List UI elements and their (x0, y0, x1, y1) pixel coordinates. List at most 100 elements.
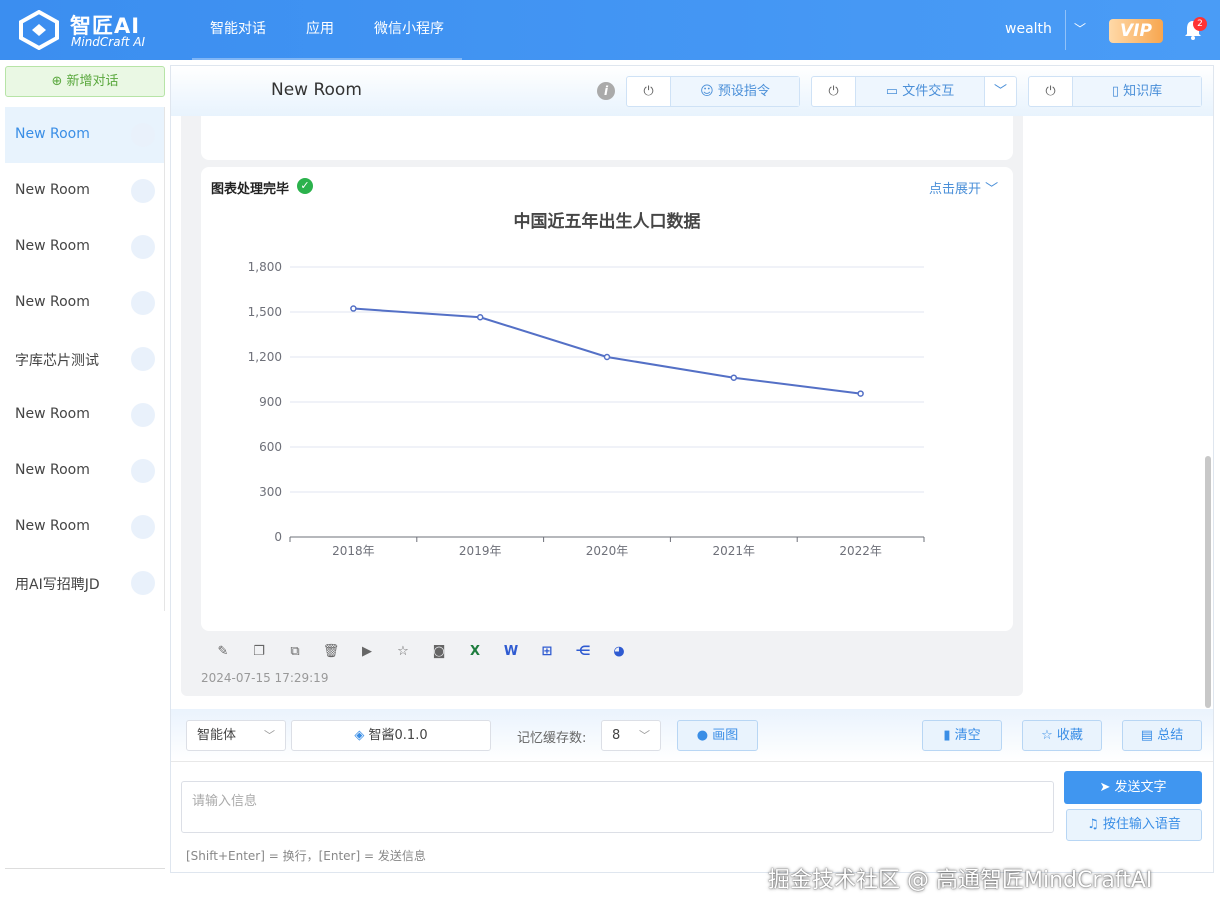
nav-chat[interactable]: 智能对话 (190, 0, 286, 60)
power-icon[interactable]: ⏻ (812, 77, 856, 106)
memory-select[interactable]: 8 ﹀ (601, 720, 661, 751)
plus-circle-icon: ⊕ (51, 74, 67, 89)
session-item[interactable]: New Room (5, 499, 165, 555)
notification-count: 2 (1193, 17, 1207, 31)
summary-label: 总结 (1157, 728, 1184, 743)
chevron-down-icon: ﹀ (639, 729, 650, 742)
clear-label: 清空 (954, 728, 981, 743)
file-group: ⏻ ▭ 文件交互 ﹀ (811, 76, 1017, 107)
series-line (353, 307, 861, 395)
y-tick-label: 1,200 (248, 350, 282, 364)
session-label: New Room (15, 182, 90, 198)
data-point (476, 314, 484, 321)
session-item[interactable]: New Room (5, 219, 165, 275)
session-menu-icon[interactable] (131, 515, 155, 539)
vip-badge[interactable]: VIP (1109, 19, 1163, 43)
session-menu-icon[interactable] (131, 403, 155, 427)
model-select[interactable]: ◈ 智酱0.1.0 (291, 720, 491, 751)
session-menu-icon[interactable] (131, 235, 155, 259)
voice-button[interactable]: ♫ 按住输入语音 (1066, 809, 1202, 841)
message-toolbar: ✎ ❐ ⧉ 🗑 ▶ ☆ ◙ X W ⊞ ⋲ ◕ (205, 644, 637, 664)
power-icon[interactable]: ⏻ (1029, 77, 1073, 106)
summary-button[interactable]: ▤ 总结 (1122, 720, 1202, 751)
message-area: 图表处理完毕 ✓ 点击展开 ﹀ 中国近五年出生人口数据 0 300 600 900 1,2… (181, 116, 1023, 696)
send-label: 发送文字 (1114, 780, 1167, 795)
session-label: New Room (15, 462, 90, 478)
chevron-down-icon[interactable]: ﹀ (984, 77, 1016, 106)
session-item[interactable]: New Room (5, 107, 165, 163)
y-tick-label: 0 (274, 530, 282, 544)
chevron-down-icon: ﹀ (985, 182, 999, 197)
memory-label: 记忆缓存数: (517, 731, 587, 746)
message-input[interactable]: 请输入信息 (181, 781, 1054, 833)
excel-icon[interactable]: X (457, 644, 493, 664)
new-chat-label: 新增对话 (66, 74, 119, 89)
session-label: New Room (15, 126, 90, 142)
session-item[interactable]: New Room (5, 387, 165, 443)
info-icon[interactable]: i (597, 82, 615, 100)
data-point (603, 353, 611, 361)
user-name[interactable]: wealth (1005, 21, 1052, 37)
expand-label: 点击展开 (929, 182, 982, 197)
nav-apps[interactable]: 应用 (286, 0, 354, 60)
session-menu-icon[interactable] (131, 459, 155, 483)
session-item[interactable]: 用AI写招聘JD (5, 555, 165, 611)
new-chat-button[interactable]: ⊕ 新增对话 (5, 66, 165, 97)
chevron-down-icon[interactable]: ﹀ (1074, 20, 1086, 37)
file-button[interactable]: ▭ 文件交互 (856, 77, 984, 106)
session-menu-icon[interactable] (131, 123, 155, 147)
kb-label: 知识库 (1123, 84, 1163, 99)
input-area: 请输入信息 [Shift+Enter] = 换行，[Enter] = 发送信息 … (171, 761, 1213, 872)
send-button[interactable]: ➤ 发送文字 (1064, 771, 1202, 804)
knowledge-base-button[interactable]: ▯ 知识库 (1073, 77, 1201, 106)
draw-button[interactable]: ● 画图 (677, 720, 758, 751)
duplicate-icon[interactable]: ⧉ (277, 644, 313, 664)
previous-message-card (201, 116, 1013, 160)
divider (5, 868, 165, 869)
pie-chart-icon[interactable]: ◕ (601, 644, 637, 664)
session-menu-icon[interactable] (131, 179, 155, 203)
nav-miniprogram[interactable]: 微信小程序 (354, 0, 464, 60)
session-menu-icon[interactable] (131, 347, 155, 371)
copy-icon[interactable]: ❐ (241, 644, 277, 664)
memory-value: 8 (612, 728, 621, 743)
control-bar: 智能体 ﹀ ◈ 智酱0.1.0 记忆缓存数: 8 ﹀ ● 画图 ▮ 清空 ☆ 收藏 … (171, 709, 1213, 761)
divider (1065, 10, 1066, 50)
sidebar: ⊕ 新增对话 New Room New Room New Room New Ro… (0, 60, 170, 915)
session-item[interactable]: 字库芯片测试 (5, 331, 165, 387)
word-icon[interactable]: W (493, 644, 529, 664)
session-menu-icon[interactable] (131, 571, 155, 595)
session-item[interactable]: New Room (5, 163, 165, 219)
logo[interactable]: 智匠AI MindCraft AI (18, 8, 158, 52)
session-item[interactable]: New Room (5, 275, 165, 331)
delete-icon[interactable]: 🗑 (313, 644, 349, 664)
favorite-button[interactable]: ☆ 收藏 (1022, 720, 1102, 751)
chat-header: New Room i ⏻ ☺ 预设指令 ⏻ ▭ 文件交互 ﹀ ⏻ ▯ 知识库 (171, 66, 1213, 116)
expand-link[interactable]: 点击展开 ﹀ (929, 178, 998, 197)
book-icon: ▯ (1111, 84, 1124, 99)
camera-icon[interactable]: ◙ (421, 644, 457, 664)
line-chart: 中国近五年出生人口数据 0 300 600 900 1,200 1,500 1,800 2018… (248, 211, 925, 558)
y-tick-label: 300 (259, 485, 282, 499)
edit-icon[interactable]: ✎ (205, 644, 241, 664)
preset-button[interactable]: ☺ 预设指令 (671, 77, 799, 106)
draw-label: 画图 (712, 728, 739, 743)
y-tick-label: 1,500 (248, 305, 282, 319)
data-point (730, 374, 738, 381)
session-item[interactable]: New Room (5, 443, 165, 499)
org-chart-icon[interactable]: ⊞ (529, 644, 565, 664)
data-point (350, 305, 357, 312)
chart-status: 图表处理完毕 (211, 182, 290, 197)
clear-button[interactable]: ▮ 清空 (922, 720, 1002, 751)
star-icon[interactable]: ☆ (385, 644, 421, 664)
scrollbar[interactable] (1205, 456, 1211, 708)
folder-icon: ▭ (885, 84, 903, 99)
play-icon[interactable]: ▶ (349, 644, 385, 664)
power-icon[interactable]: ⏻ (627, 77, 671, 106)
session-menu-icon[interactable] (131, 291, 155, 315)
mindmap-icon[interactable]: ⋲ (565, 644, 601, 664)
agent-select[interactable]: 智能体 ﹀ (186, 720, 286, 751)
nav-underline (192, 58, 462, 60)
y-tick-label: 900 (259, 395, 282, 409)
session-label: New Room (15, 406, 90, 422)
